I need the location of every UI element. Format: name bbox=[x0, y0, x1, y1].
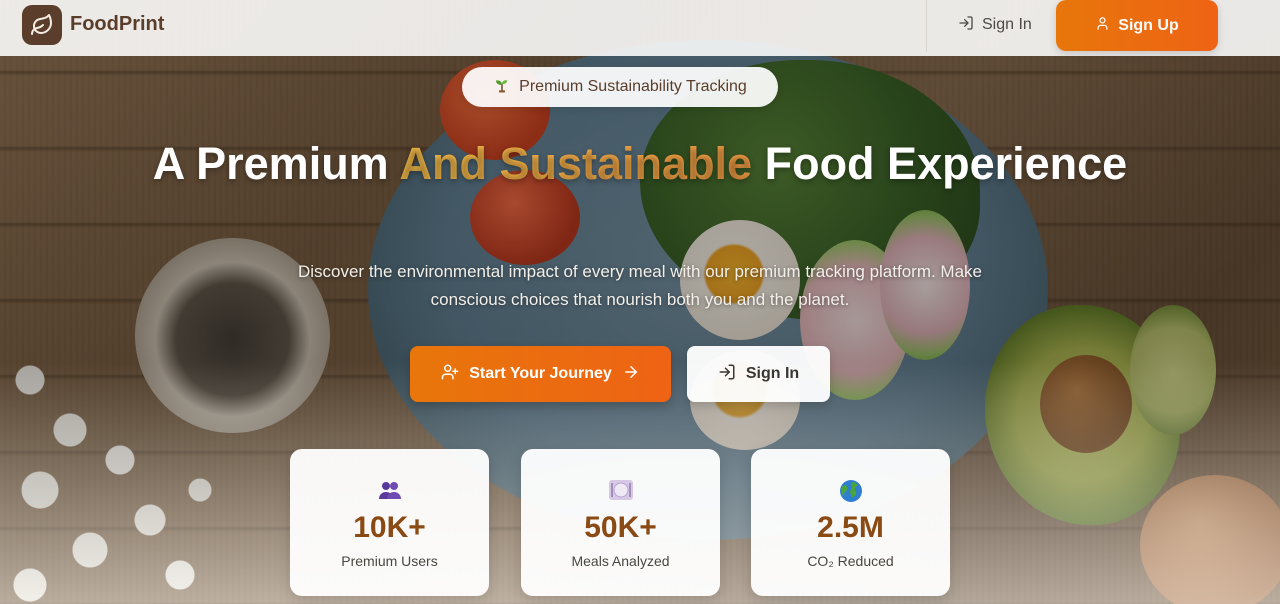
signin-nav-label: Sign In bbox=[982, 16, 1032, 33]
signup-nav-label: Sign Up bbox=[1118, 16, 1179, 34]
sustainability-badge: Premium Sustainability Tracking bbox=[462, 67, 778, 107]
users-icon bbox=[290, 479, 489, 503]
stat-label: Premium Users bbox=[341, 553, 438, 569]
arrow-right-icon bbox=[622, 363, 640, 386]
stat-value: 50K+ bbox=[584, 511, 657, 544]
stat-value: 2.5M bbox=[817, 511, 884, 544]
user-plus-icon bbox=[441, 363, 459, 386]
stat-label: CO₂ Reduced bbox=[807, 553, 894, 569]
stat-card-co2: 2.5M CO₂ Reduced bbox=[751, 449, 950, 596]
brand-name[interactable]: FoodPrint bbox=[70, 13, 164, 36]
headline-part2: Food Experience bbox=[752, 138, 1128, 189]
start-journey-label: Start Your Journey bbox=[469, 365, 612, 382]
hero-headline: A Premium And Sustainable Food Experienc… bbox=[140, 140, 1140, 188]
signup-nav-button[interactable]: Sign Up bbox=[1056, 0, 1218, 51]
top-navbar: FoodPrint Sign In Sign Up bbox=[0, 0, 1280, 56]
login-icon bbox=[718, 363, 736, 386]
stat-label: Meals Analyzed bbox=[571, 553, 670, 569]
signin-nav-button[interactable]: Sign In bbox=[944, 6, 1046, 44]
start-journey-button[interactable]: Start Your Journey bbox=[410, 346, 671, 402]
hero-subtitle: Discover the environmental impact of eve… bbox=[297, 262, 983, 309]
headline-highlight: And Sustainable bbox=[399, 138, 753, 189]
hero-signin-button[interactable]: Sign In bbox=[687, 346, 830, 402]
headline-part1: A Premium bbox=[152, 138, 400, 189]
globe-icon bbox=[751, 479, 950, 503]
stat-card-users: 10K+ Premium Users bbox=[290, 449, 489, 596]
login-icon bbox=[958, 15, 974, 36]
user-icon bbox=[1095, 16, 1110, 36]
seedling-icon bbox=[493, 76, 511, 99]
leaf-logo-icon[interactable] bbox=[22, 5, 62, 45]
hero-signin-label: Sign In bbox=[745, 365, 800, 382]
stat-value: 10K+ bbox=[353, 511, 426, 544]
stat-card-meals: 50K+ Meals Analyzed bbox=[521, 449, 720, 596]
nav-divider bbox=[926, 0, 927, 52]
badge-label: Premium Sustainability Tracking bbox=[519, 78, 747, 95]
plate-icon bbox=[521, 479, 720, 503]
